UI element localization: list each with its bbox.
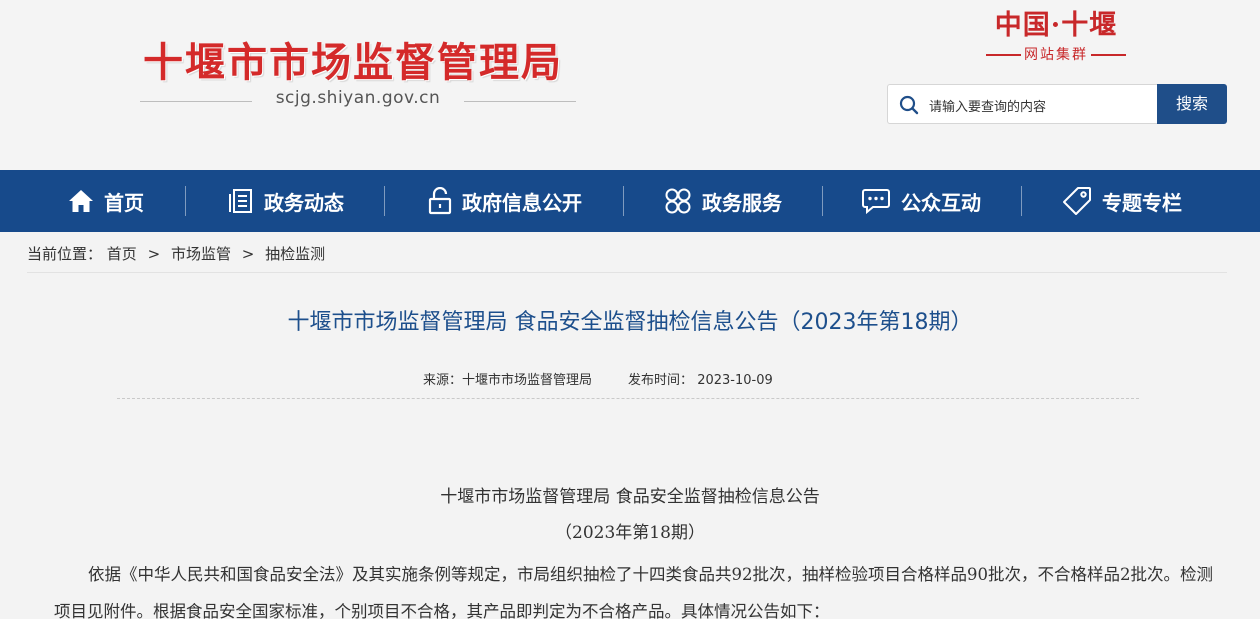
- main-nav: 首页 政务动态 政府信息公开 政务服务 公众互动 专题专栏: [0, 170, 1260, 232]
- nav-label: 政务服务: [702, 190, 782, 215]
- nav-separator: [1021, 186, 1022, 216]
- nav-item-news[interactable]: 政务动态: [228, 170, 344, 232]
- breadcrumb-separator: >: [241, 245, 255, 263]
- divider: [464, 101, 576, 102]
- source-label: 来源：: [423, 373, 463, 388]
- nav-label: 公众互动: [901, 190, 981, 215]
- search-button[interactable]: 搜索: [1157, 84, 1227, 124]
- group-logo-sub: 网站集群: [986, 44, 1126, 64]
- site-title[interactable]: 十堰市市场监督管理局: [143, 30, 563, 88]
- date-label: 发布时间：: [628, 373, 694, 388]
- group-logo-main: 中国·十堰: [994, 10, 1118, 41]
- search-input[interactable]: 请输入要查询的内容: [887, 84, 1159, 124]
- nav-item-interaction[interactable]: 公众互动: [861, 170, 981, 232]
- nav-label: 政务动态: [264, 190, 344, 215]
- group-logo-sub-text: 网站集群: [1021, 47, 1091, 63]
- nav-label: 首页: [104, 190, 144, 215]
- breadcrumb: 当前位置： 首页 > 市场监管 > 抽检监测: [27, 243, 325, 264]
- nav-label: 专题专栏: [1102, 190, 1182, 215]
- breadcrumb-item-market-supervision[interactable]: 市场监管: [171, 245, 231, 263]
- breadcrumb-prefix: 当前位置：: [27, 245, 103, 263]
- nav-separator: [185, 186, 186, 216]
- site-url: scjg.shiyan.gov.cn: [275, 88, 441, 108]
- site-header: 十堰市市场监督管理局 scjg.shiyan.gov.cn 中国·十堰 网站集群…: [0, 0, 1260, 170]
- nav-item-home[interactable]: 首页: [68, 170, 144, 232]
- nav-item-services[interactable]: 政务服务: [664, 170, 782, 232]
- divider: [117, 398, 1139, 399]
- search-icon: [899, 95, 919, 115]
- article-date: 2023-10-09: [697, 373, 773, 388]
- group-logo[interactable]: 中国·十堰 网站集群: [986, 10, 1126, 66]
- lock-icon: [428, 187, 452, 215]
- nav-item-info-disclosure[interactable]: 政府信息公开: [428, 170, 582, 232]
- tag-icon: [1063, 187, 1091, 215]
- article-meta: 来源：十堰市市场监督管理局 发布时间： 2023-10-09: [423, 369, 773, 388]
- nav-label: 政府信息公开: [462, 190, 582, 215]
- search-placeholder: 请输入要查询的内容: [929, 100, 1047, 115]
- document-icon: [229, 189, 252, 213]
- article-title: 十堰市市场监督管理局 食品安全监督抽检信息公告（2023年第18期）: [287, 310, 973, 335]
- divider: [27, 272, 1227, 273]
- breadcrumb-item-sampling[interactable]: 抽检监测: [265, 245, 325, 263]
- breadcrumb-separator: >: [147, 245, 161, 263]
- nav-item-special-topics[interactable]: 专题专栏: [1062, 170, 1182, 232]
- nav-separator: [822, 186, 823, 216]
- article-body-subheading: （2023年第18期）: [555, 523, 705, 543]
- chat-icon: [862, 189, 890, 214]
- article-source: 十堰市市场监督管理局: [462, 373, 593, 388]
- grid-icon: [665, 188, 691, 214]
- article-body-heading: 十堰市市场监督管理局 食品安全监督抽检信息公告: [440, 487, 820, 507]
- site-url-row: scjg.shiyan.gov.cn: [140, 88, 576, 112]
- breadcrumb-item-home[interactable]: 首页: [107, 245, 137, 263]
- nav-separator: [623, 186, 624, 216]
- nav-separator: [384, 186, 385, 216]
- home-icon: [69, 190, 93, 212]
- search-box: 请输入要查询的内容 搜索: [887, 84, 1227, 124]
- article-paragraph: 依据《中华人民共和国食品安全法》及其实施条例等规定，市局组织抽检了十四类食品共9…: [54, 565, 1213, 619]
